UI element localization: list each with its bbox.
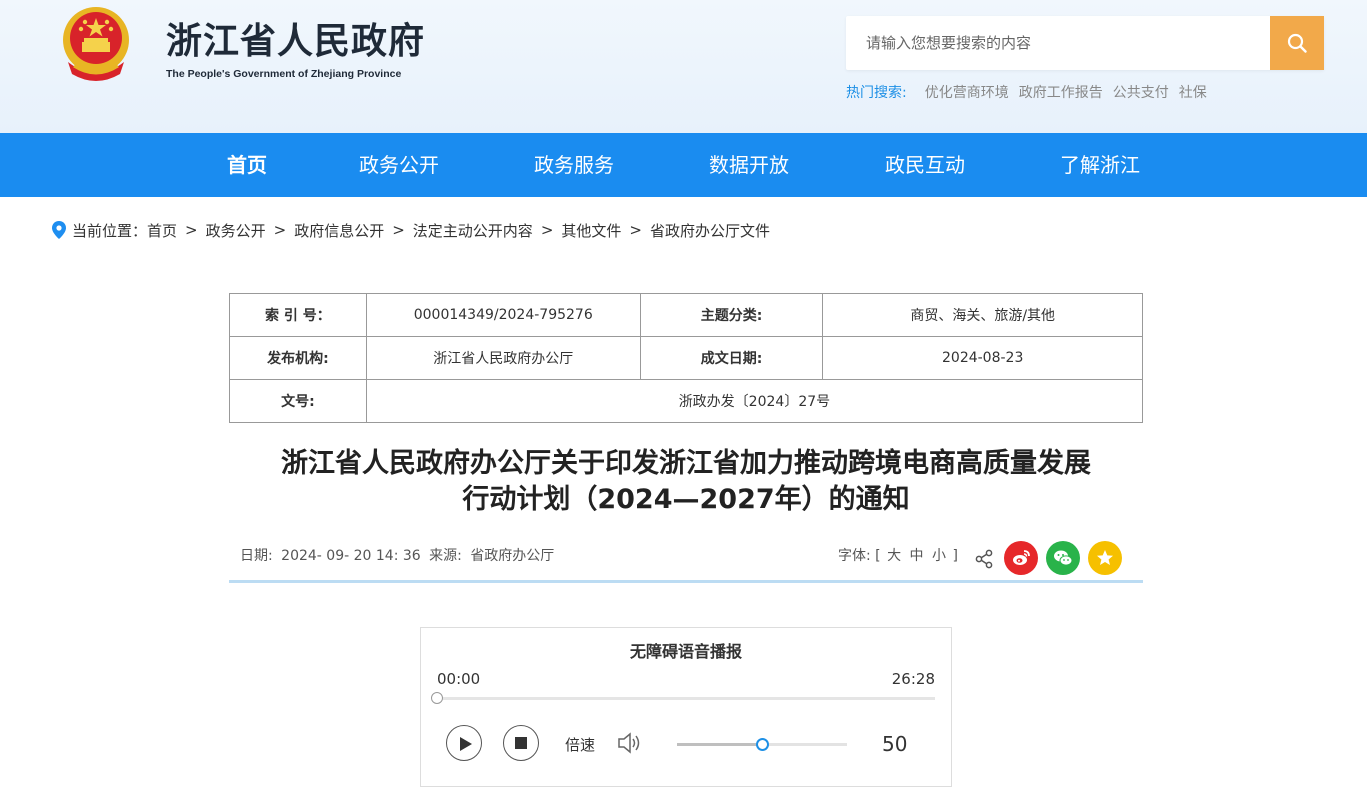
- breadcrumb-item[interactable]: 其他文件: [561, 220, 621, 241]
- favorite-button[interactable]: [1088, 541, 1122, 575]
- breadcrumb-item[interactable]: 政务公开: [206, 220, 266, 241]
- playback-speed-button[interactable]: 倍速: [565, 734, 595, 755]
- breadcrumb-item[interactable]: 首页: [147, 220, 177, 241]
- index-label: 索 引 号：: [229, 293, 367, 337]
- volume-icon[interactable]: [617, 731, 643, 755]
- publisher-value: 浙江省人民政府办公厅: [365, 336, 641, 380]
- index-value: 000014349/2024-795276: [365, 293, 641, 337]
- volume-handle[interactable]: [756, 738, 769, 751]
- info-divider: [229, 580, 1143, 583]
- breadcrumb-separator: >: [273, 221, 287, 239]
- location-pin-icon: [52, 221, 66, 239]
- topic-value: 商贸、海关、旅游/其他: [822, 293, 1143, 337]
- breadcrumb: 当前位置： 首页 > 政务公开 > 政府信息公开 > 法定主动公开内容 > 其他…: [52, 218, 770, 242]
- weibo-icon: [1013, 550, 1030, 565]
- breadcrumb-separator: >: [392, 221, 405, 239]
- volume-fill: [677, 743, 762, 746]
- font-size-medium[interactable]: 中: [910, 548, 924, 564]
- nav-item-open-data[interactable]: 数据开放: [709, 133, 789, 197]
- font-size-label: 字体: [: [838, 548, 881, 564]
- site-subtitle: The People's Government of Zhejiang Prov…: [166, 68, 402, 80]
- doc-number-value: 浙政办发〔2024〕27号: [365, 379, 1144, 423]
- search-button[interactable]: [1270, 16, 1324, 70]
- stop-button[interactable]: [503, 725, 539, 761]
- nav-item-gov-affairs[interactable]: 政务公开: [359, 133, 439, 197]
- nav-item-interaction[interactable]: 政民互动: [885, 133, 965, 197]
- font-size-large[interactable]: 大: [887, 548, 901, 564]
- player-title: 无障碍语音播报: [629, 642, 742, 661]
- date-label: 成文日期:: [639, 336, 824, 380]
- nav-item-about[interactable]: 了解浙江: [1060, 133, 1140, 197]
- play-icon: [460, 737, 472, 751]
- breadcrumb-separator: >: [629, 221, 642, 239]
- source-label: 来源:: [429, 548, 462, 564]
- table-row: 索 引 号： 000014349/2024-795276 主题分类: 商贸、海关…: [229, 293, 1143, 337]
- stop-icon: [515, 737, 527, 749]
- publish-date: 2024- 09- 20 14: 36: [281, 548, 421, 564]
- current-time: 00:00: [437, 670, 481, 688]
- document-title: 浙江省人民政府办公厅关于印发浙江省加力推动跨境电商高质量发展 行动计划（2024…: [229, 446, 1143, 518]
- hot-search-item[interactable]: 公共支付: [1113, 82, 1169, 102]
- topic-label: 主题分类:: [639, 293, 824, 337]
- document-title-line: 浙江省人民政府办公厅关于印发浙江省加力推动跨境电商高质量发展: [281, 448, 1091, 479]
- search-input[interactable]: [846, 16, 1270, 70]
- progress-handle[interactable]: [431, 692, 443, 704]
- breadcrumb-item[interactable]: 法定主动公开内容: [413, 220, 533, 241]
- wechat-icon: [1054, 550, 1073, 566]
- publish-date-label: 日期:: [240, 548, 273, 564]
- publisher-label: 发布机构:: [229, 336, 367, 380]
- breadcrumb-separator: >: [185, 221, 198, 239]
- doc-number-label: 文号:: [229, 379, 367, 423]
- site-title: 浙江省人民政府: [166, 20, 426, 62]
- share-icon[interactable]: [975, 549, 993, 569]
- document-title-line: 行动计划（2024—2027年）的通知: [462, 484, 910, 515]
- total-time: 26:28: [891, 670, 935, 688]
- weibo-share-button[interactable]: [1004, 541, 1038, 575]
- wechat-share-button[interactable]: [1046, 541, 1080, 575]
- source-value: 省政府办公厅: [470, 548, 555, 564]
- table-row: 发布机构: 浙江省人民政府办公厅 成文日期: 2024-08-23: [229, 336, 1143, 380]
- volume-value: 50: [882, 732, 908, 756]
- nav-item-gov-services[interactable]: 政务服务: [534, 133, 614, 197]
- hot-search-label: 热门搜索:: [846, 85, 907, 101]
- audio-player: 无障碍语音播报 00:00 26:28 倍速 50: [420, 627, 952, 787]
- play-button[interactable]: [446, 725, 482, 761]
- star-icon: [1097, 550, 1113, 565]
- breadcrumb-label: 当前位置：: [72, 221, 148, 240]
- breadcrumb-item[interactable]: 政府信息公开: [294, 220, 384, 241]
- national-emblem-icon[interactable]: [54, 2, 138, 86]
- breadcrumb-separator: >: [540, 221, 554, 239]
- search-box: [846, 16, 1324, 70]
- hot-search-item[interactable]: 政府工作报告: [1019, 82, 1103, 102]
- hot-search-item[interactable]: 社保: [1179, 82, 1207, 102]
- document-meta-table: 索 引 号： 000014349/2024-795276 主题分类: 商贸、海关…: [229, 293, 1144, 423]
- nav-item-home[interactable]: 首页: [227, 133, 267, 197]
- publish-info: 日期: 2024- 09- 20 14: 36 来源: 省政府办公厅: [240, 545, 558, 565]
- main-nav: 首页 政务公开 政务服务 数据开放 政民互动 了解浙江: [0, 133, 1367, 197]
- font-size-small[interactable]: 小: [932, 548, 946, 564]
- table-row: 文号: 浙政办发〔2024〕27号: [229, 379, 1144, 423]
- font-size-close: ]: [952, 548, 958, 564]
- hot-search-item[interactable]: 优化营商环境: [925, 82, 1009, 102]
- site-header: 浙江省人民政府 The People's Government of Zheji…: [0, 0, 1367, 133]
- search-icon: [1287, 33, 1307, 53]
- progress-track[interactable]: [437, 697, 935, 700]
- date-value: 2024-08-23: [822, 336, 1143, 380]
- breadcrumb-item[interactable]: 省政府办公厅文件: [650, 220, 770, 241]
- hot-searches: 热门搜索: 优化营商环境 政府工作报告 公共支付 社保: [846, 82, 1207, 102]
- font-size-control: 字体: [ 大 中 小 ]: [838, 545, 958, 565]
